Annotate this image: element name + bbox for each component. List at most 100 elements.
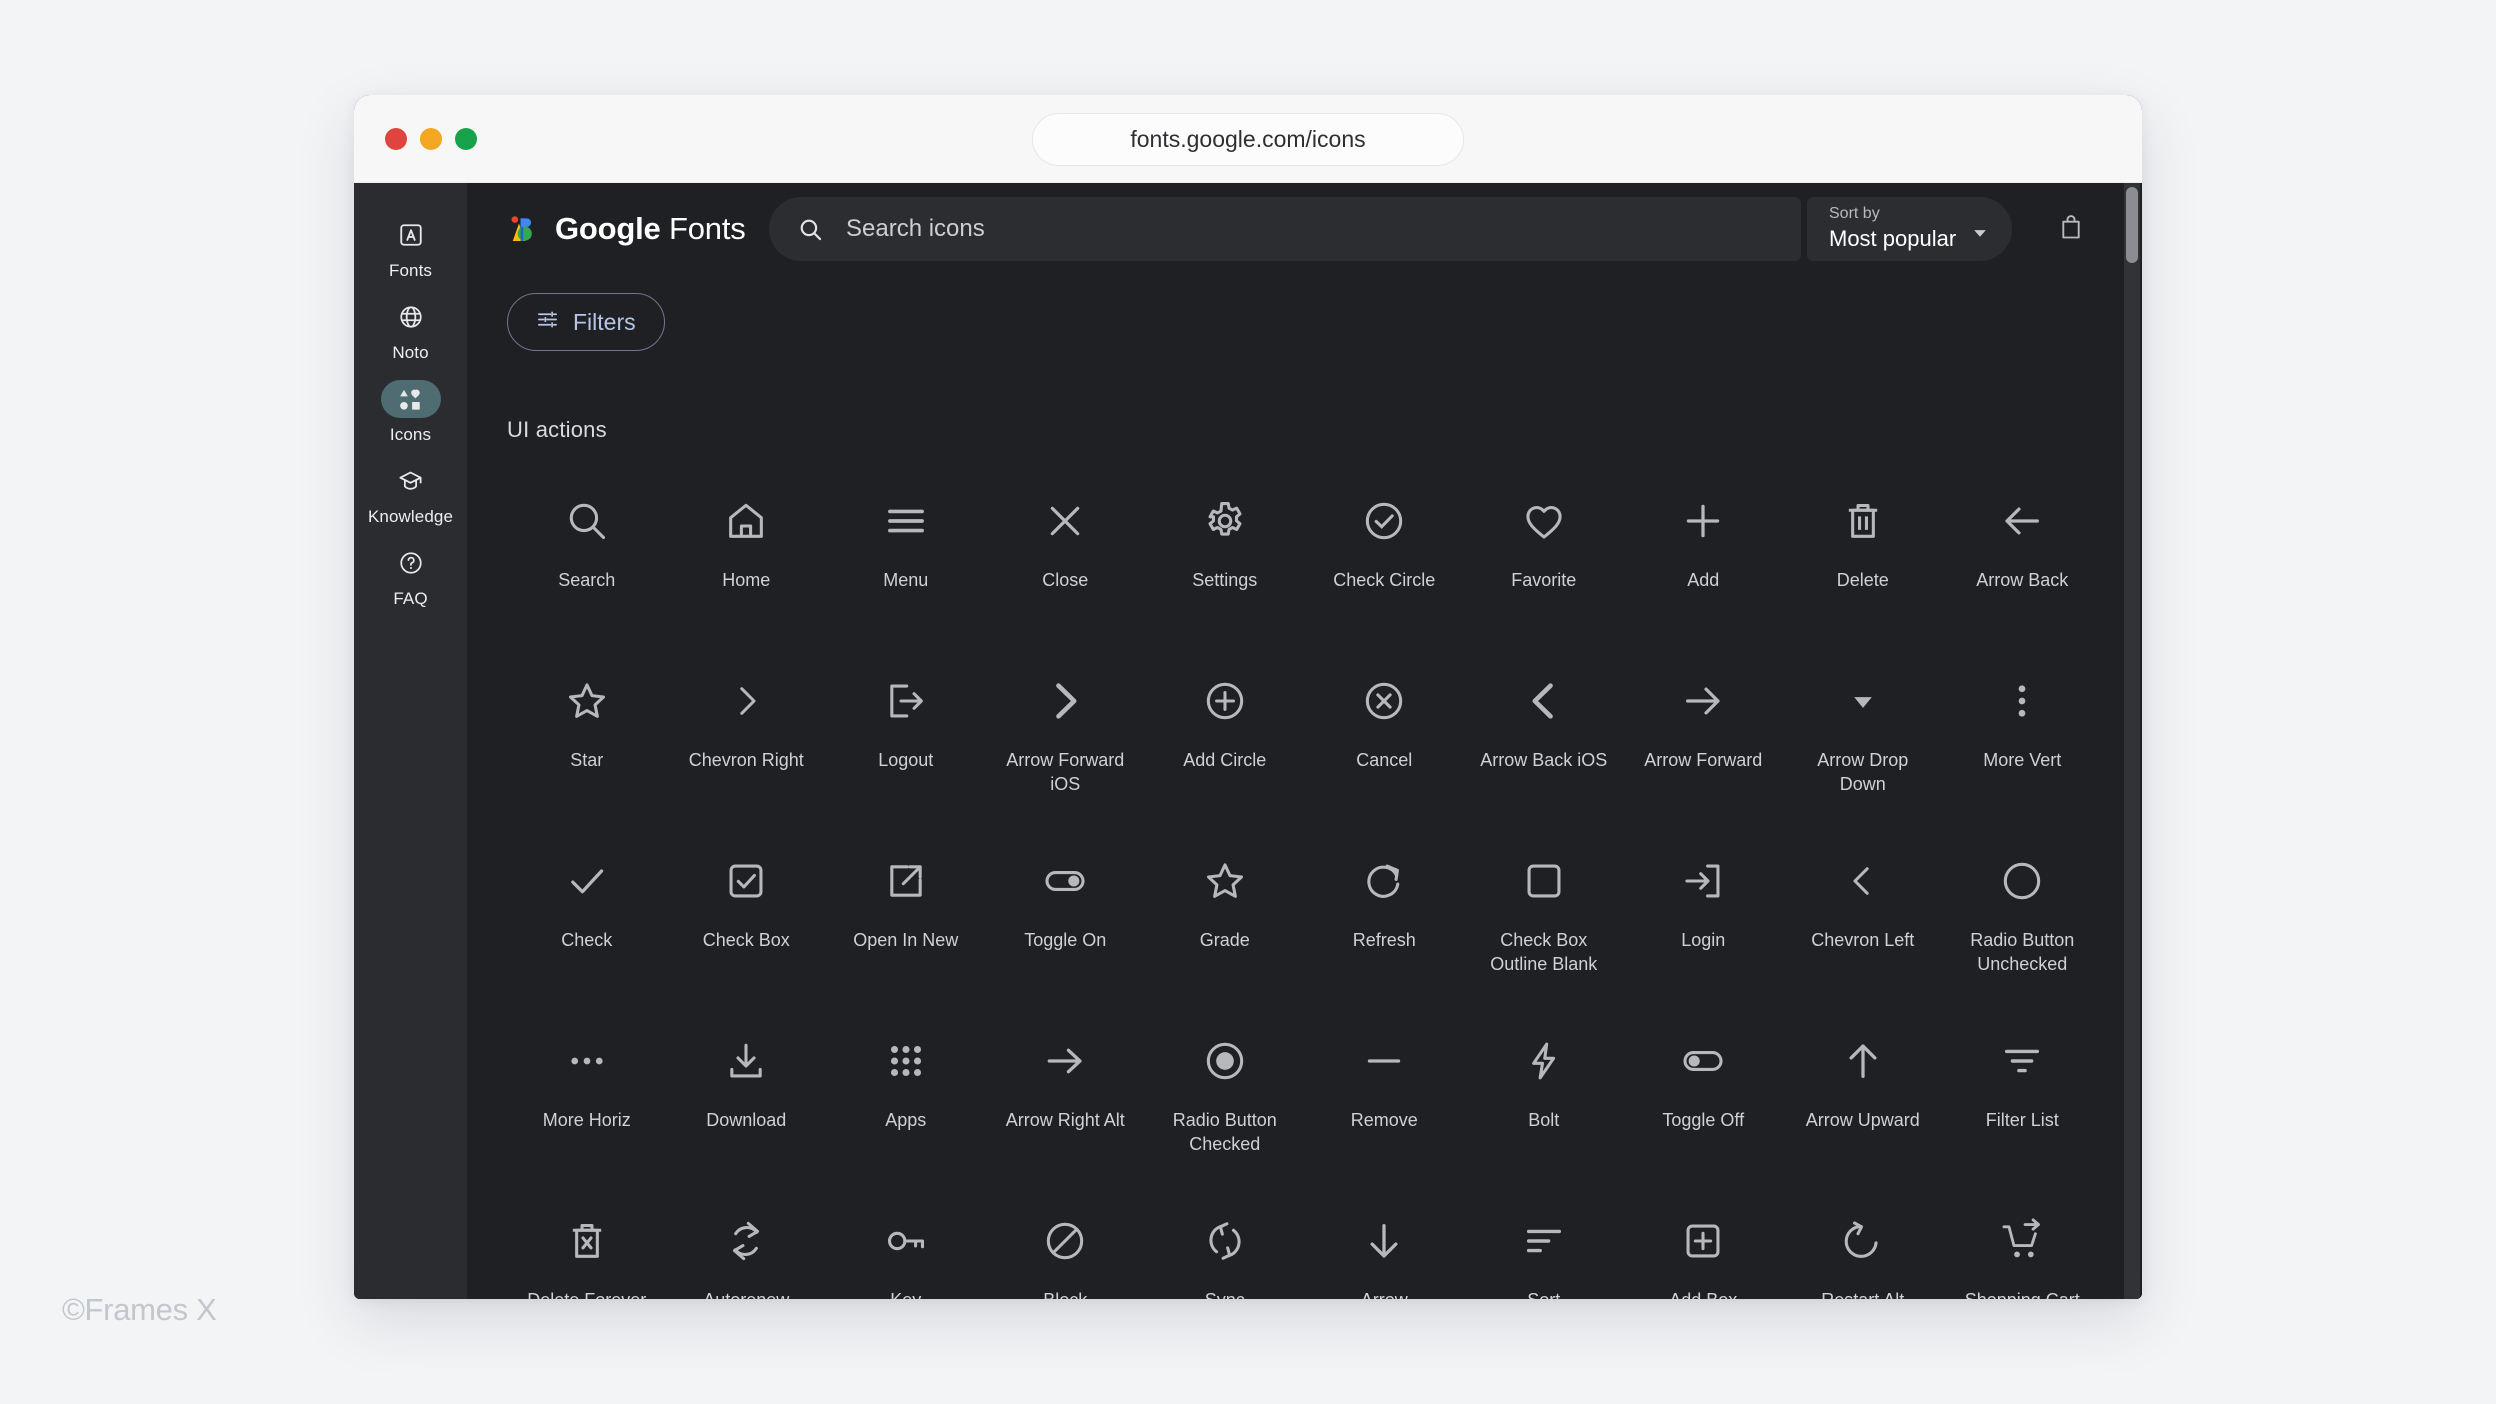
- search-input[interactable]: [846, 215, 1801, 243]
- icon-label: Add Circle: [1183, 750, 1267, 770]
- icon-label: More Vert: [1983, 750, 2062, 770]
- sidebar-item-faq[interactable]: FAQ: [354, 537, 467, 619]
- icon-cell-bolt[interactable]: Bolt: [1464, 1025, 1624, 1157]
- icon-cell-block[interactable]: Block: [986, 1205, 1146, 1299]
- main-content: Google Fonts Sort by Most p: [467, 183, 2142, 1299]
- toggle-on-icon: [1042, 845, 1088, 917]
- icon-cell-add[interactable]: Add: [1624, 485, 1784, 617]
- check-box-outline-blank-icon: [1521, 845, 1567, 917]
- icon-label: Toggle Off: [1662, 1110, 1745, 1130]
- icon-cell-download[interactable]: Download: [667, 1025, 827, 1157]
- icon-cell-radio-button-unchecked[interactable]: Radio Button Unchecked: [1943, 845, 2103, 977]
- icon-cell-arrow-drop-down[interactable]: Arrow Drop Down: [1783, 665, 1943, 797]
- icon-cell-filter-list[interactable]: Filter List: [1943, 1025, 2103, 1157]
- icon-label: Block: [1043, 1289, 1087, 1299]
- icon-label: Bolt: [1528, 1110, 1560, 1130]
- icon-cell-remove[interactable]: Remove: [1305, 1025, 1465, 1157]
- icon-label: Grade: [1199, 930, 1250, 950]
- icon-cell-check-circle[interactable]: Check Circle: [1305, 485, 1465, 617]
- icon-cell-sort[interactable]: Sort: [1464, 1205, 1624, 1299]
- icon-cell-shopping-cart-checkout[interactable]: Shopping Cart Checkout: [1943, 1205, 2103, 1299]
- icon-cell-arrow-right-alt[interactable]: Arrow Right Alt: [986, 1025, 1146, 1157]
- icon-label: Chevron Right: [688, 750, 804, 770]
- filters-row: Filters: [467, 275, 2142, 351]
- arrow-drop-down-icon: [1840, 665, 1886, 737]
- icon-cell-more-horiz[interactable]: More Horiz: [507, 1025, 667, 1157]
- sidebar-item-fonts[interactable]: Fonts: [354, 209, 467, 291]
- settings-icon: [1202, 485, 1248, 557]
- icon-label: Menu: [883, 570, 929, 590]
- icon-cell-home[interactable]: Home: [667, 485, 827, 617]
- chevron-down-icon: [1970, 223, 1990, 248]
- search-bar[interactable]: [769, 197, 1801, 261]
- icon-cell-logout[interactable]: Logout: [826, 665, 986, 797]
- icon-cell-add-box[interactable]: Add Box: [1624, 1205, 1784, 1299]
- add-plus-icon: [1680, 485, 1726, 557]
- sidebar-item-noto[interactable]: Noto: [354, 291, 467, 373]
- icon-cell-chevron-right[interactable]: Chevron Right: [667, 665, 827, 797]
- icon-label: Settings: [1192, 570, 1258, 590]
- close-window-button[interactable]: [385, 127, 407, 150]
- icon-label: Check Circle: [1333, 570, 1436, 590]
- icon-cell-apps[interactable]: Apps: [826, 1025, 986, 1157]
- icon-cell-grade[interactable]: Grade: [1145, 845, 1305, 977]
- icon-cell-arrow-forward[interactable]: Arrow Forward: [1624, 665, 1784, 797]
- icon-cell-menu[interactable]: Menu: [826, 485, 986, 617]
- icon-cell-delete-forever[interactable]: Delete Forever: [507, 1205, 667, 1299]
- maximize-window-button[interactable]: [455, 127, 477, 150]
- arrow-forward-icon: [1680, 665, 1726, 737]
- icon-cell-radio-button-checked[interactable]: Radio Button Checked: [1145, 1025, 1305, 1157]
- icon-cell-toggle-on[interactable]: Toggle On: [986, 845, 1146, 977]
- icon-cell-arrow-back-ios[interactable]: Arrow Back iOS: [1464, 665, 1624, 797]
- google-fonts-logo[interactable]: Google Fonts: [507, 211, 746, 247]
- filters-button[interactable]: Filters: [507, 293, 665, 351]
- icon-cell-toggle-off[interactable]: Toggle Off: [1624, 1025, 1784, 1157]
- letter-a-box-icon: [381, 216, 441, 254]
- icon-cell-chevron-left[interactable]: Chevron Left: [1783, 845, 1943, 977]
- sidebar-item-icons[interactable]: Icons: [354, 373, 467, 455]
- icon-cell-search[interactable]: Search: [507, 485, 667, 617]
- icon-cell-key[interactable]: Key: [826, 1205, 986, 1299]
- icon-label: Arrow Forward: [1644, 750, 1763, 770]
- login-icon: [1680, 845, 1726, 917]
- icon-label: Add: [1687, 570, 1720, 590]
- icon-cell-settings[interactable]: Settings: [1145, 485, 1305, 617]
- icon-cell-arrow-upward[interactable]: Arrow Upward: [1783, 1025, 1943, 1157]
- icon-cell-sync[interactable]: Sync: [1145, 1205, 1305, 1299]
- url-bar[interactable]: fonts.google.com/icons: [1032, 113, 1464, 166]
- icon-cell-star[interactable]: Star: [507, 665, 667, 797]
- icon-cell-refresh[interactable]: Refresh: [1305, 845, 1465, 977]
- icon-cell-cancel[interactable]: Cancel: [1305, 665, 1465, 797]
- check-box-icon: [723, 845, 769, 917]
- icon-cell-autorenew[interactable]: Autorenew: [667, 1205, 827, 1299]
- icon-cell-restart-alt[interactable]: Restart Alt: [1783, 1205, 1943, 1299]
- icon-cell-more-vert[interactable]: More Vert: [1943, 665, 2103, 797]
- graduation-cap-icon: [381, 462, 441, 500]
- add-circle-icon: [1202, 665, 1248, 737]
- icon-cell-arrow-forward-ios[interactable]: Arrow Forward iOS: [986, 665, 1146, 797]
- icon-cell-login[interactable]: Login: [1624, 845, 1784, 977]
- icon-cell-arrow-downward[interactable]: Arrow Downward: [1305, 1205, 1465, 1299]
- radio-button-unchecked-icon: [1999, 845, 2045, 917]
- icon-cell-check-box[interactable]: Check Box: [667, 845, 827, 977]
- vertical-scrollbar[interactable]: [2124, 183, 2140, 1299]
- icon-cell-delete[interactable]: Delete: [1783, 485, 1943, 617]
- scrollbar-thumb[interactable]: [2126, 187, 2138, 263]
- icon-cell-close[interactable]: Close: [986, 485, 1146, 617]
- brand-bold: Google: [555, 211, 661, 246]
- minimize-window-button[interactable]: [420, 127, 442, 150]
- icon-label: Favorite: [1511, 570, 1577, 590]
- sidebar-item-knowledge[interactable]: Knowledge: [354, 455, 467, 537]
- brand-light: Fonts: [669, 211, 746, 246]
- cancel-icon: [1361, 665, 1407, 737]
- icon-cell-open-in-new[interactable]: Open In New: [826, 845, 986, 977]
- icon-cell-check-box-outline-blank[interactable]: Check Box Outline Blank: [1464, 845, 1624, 977]
- icon-cell-check[interactable]: Check: [507, 845, 667, 977]
- shopping-bag-button[interactable]: [2048, 206, 2094, 252]
- sort-by-dropdown[interactable]: Sort by Most popular: [1807, 197, 2013, 261]
- icon-cell-favorite[interactable]: Favorite: [1464, 485, 1624, 617]
- icon-cell-arrow-back[interactable]: Arrow Back: [1943, 485, 2103, 617]
- icon-cell-add-circle[interactable]: Add Circle: [1145, 665, 1305, 797]
- sort-by-value: Most popular: [1829, 226, 1957, 252]
- icon-label: Check Box: [702, 930, 790, 950]
